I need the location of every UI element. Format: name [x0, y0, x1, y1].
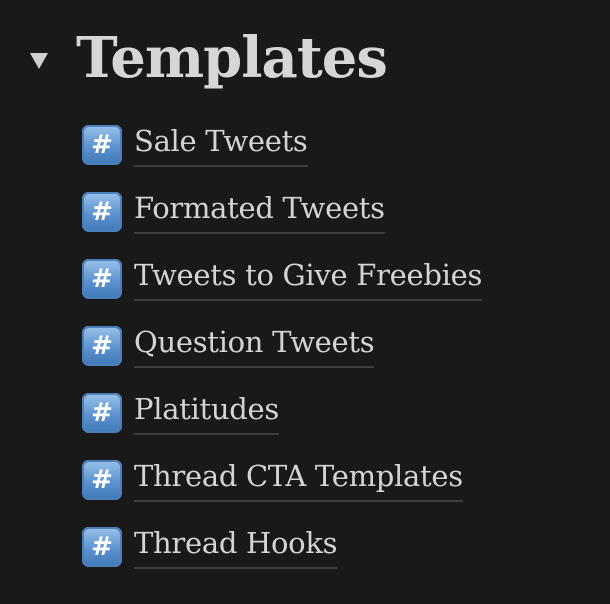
page-link[interactable]: Sale Tweets [134, 119, 308, 167]
page-link[interactable]: Thread CTA Templates [134, 454, 463, 502]
page-link[interactable]: Tweets to Give Freebies [134, 253, 482, 301]
page-item-sale-tweets[interactable]: # Sale Tweets [82, 119, 482, 186]
page-item-platitudes[interactable]: # Platitudes [82, 387, 482, 454]
page-item-tweets-to-give-freebies[interactable]: # Tweets to Give Freebies [82, 253, 482, 320]
hash-keycap-icon: # [82, 527, 122, 567]
toggle-title: Templates [76, 25, 388, 91]
triangle-down-icon[interactable] [30, 53, 48, 69]
page-link[interactable]: Formated Tweets [134, 186, 385, 234]
hash-keycap-icon: # [82, 326, 122, 366]
hash-keycap-icon: # [82, 125, 122, 165]
page-item-question-tweets[interactable]: # Question Tweets [82, 320, 482, 387]
hash-keycap-icon: # [82, 259, 122, 299]
page-item-thread-hooks[interactable]: # Thread Hooks [82, 521, 482, 588]
page-item-thread-cta-templates[interactable]: # Thread CTA Templates [82, 454, 482, 521]
toggle-header[interactable]: Templates [30, 22, 388, 94]
pages-list: # Sale Tweets # Formated Tweets # Tweets… [82, 119, 482, 588]
hash-keycap-icon: # [82, 393, 122, 433]
page-link[interactable]: Platitudes [134, 387, 279, 435]
page-item-formated-tweets[interactable]: # Formated Tweets [82, 186, 482, 253]
page-link[interactable]: Thread Hooks [134, 521, 337, 569]
hash-keycap-icon: # [82, 460, 122, 500]
hash-keycap-icon: # [82, 192, 122, 232]
page-link[interactable]: Question Tweets [134, 320, 375, 368]
